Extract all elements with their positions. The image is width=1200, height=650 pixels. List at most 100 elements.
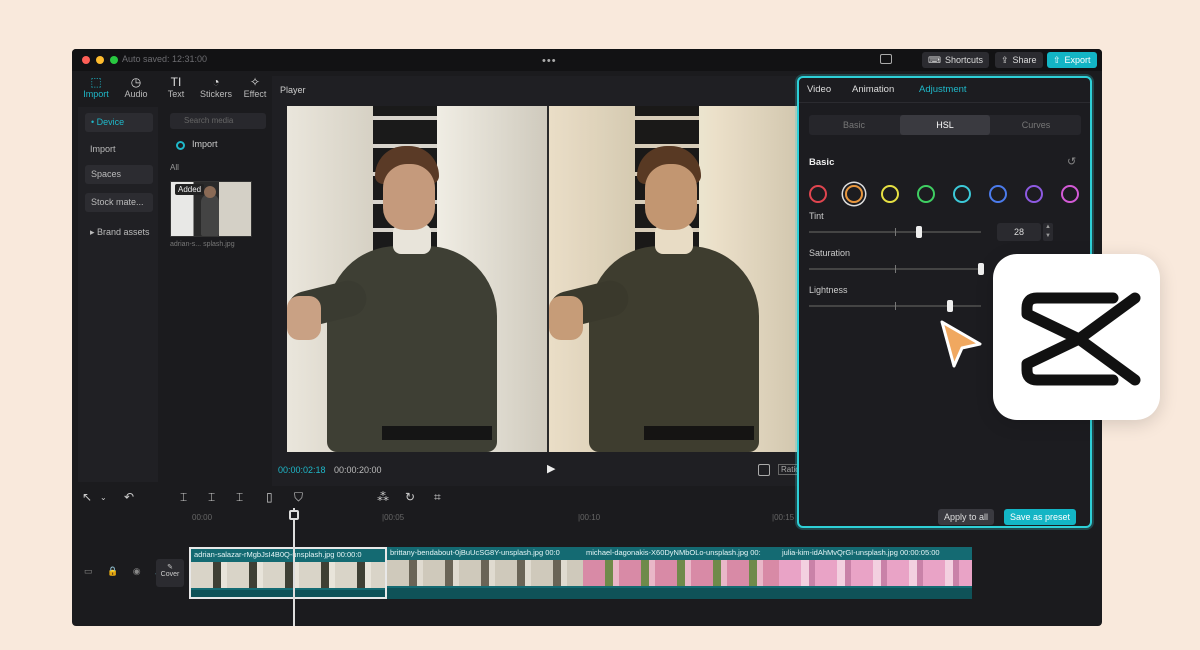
import-option-label[interactable]: Import <box>192 139 218 149</box>
loop-icon[interactable]: ↻ <box>405 490 415 504</box>
lightness-label: Lightness <box>809 285 848 295</box>
minimize-window-button[interactable] <box>96 56 104 64</box>
tab-effects-label: Effect <box>243 89 267 99</box>
sidebar-item-stock-material[interactable]: Stock mate... <box>85 193 153 212</box>
tab-import[interactable]: ⬚ Import <box>76 75 116 99</box>
sidebar-item-brand-assets[interactable]: ▸ Brand assets <box>90 227 150 238</box>
tint-slider[interactable] <box>809 226 981 238</box>
capcut-logo <box>993 254 1160 420</box>
share-button[interactable]: ⇪ Share <box>995 52 1043 68</box>
import-icon: ⬚ <box>90 75 102 89</box>
hue-swatch-orange[interactable] <box>845 185 863 203</box>
play-icon[interactable]: ▶ <box>547 462 555 475</box>
apply-to-all-button[interactable]: Apply to all <box>938 509 995 525</box>
section-title: Basic <box>809 157 835 168</box>
saturation-slider[interactable] <box>809 263 984 275</box>
adjust-mode-switch: Basic HSL Curves <box>809 115 1081 135</box>
hue-swatch-green[interactable] <box>917 185 935 203</box>
tab-stickers[interactable]: ◔ Stickers <box>196 75 236 99</box>
chevron-down-icon[interactable]: ⌄ <box>100 493 107 502</box>
lightness-slider[interactable] <box>809 300 981 312</box>
audio-icon: ◷ <box>130 75 142 89</box>
share-label: Share <box>1012 55 1037 65</box>
shortcuts-button[interactable]: ⌨ Shortcuts <box>922 52 990 68</box>
hue-swatch-yellow[interactable] <box>881 185 899 203</box>
hue-swatch-blue[interactable] <box>989 185 1007 203</box>
timeline-clip[interactable]: michael-dagonakis-X60DyNMbOLo-unsplash.j… <box>583 547 779 599</box>
edit-cover-icon: ✎ <box>167 564 173 571</box>
ruler-tick: |00:15 <box>772 513 795 522</box>
video-original-half <box>287 106 549 452</box>
reset-icon[interactable]: ↺ <box>1067 155 1076 168</box>
tab-text[interactable]: TI Text <box>156 75 196 99</box>
timeline-clip[interactable]: brittany-bendabout-0jBuUcSG8Y-unsplash.j… <box>387 547 583 599</box>
all-filter-label[interactable]: All <box>170 163 179 172</box>
more-menu-icon[interactable]: ••• <box>542 55 557 67</box>
timeline-toolbar: ↖ ⌄ ↶ ⌶ ⌶ ⌶ ▯ ⛉ ⁂ ↻ ⌗ <box>72 486 797 508</box>
crop-icon[interactable]: ⌗ <box>434 490 441 505</box>
timeline-clip[interactable]: adrian-salazar-rMgbJsI4B0Q-unsplash.jpg … <box>189 547 387 599</box>
tab-animation[interactable]: Animation <box>852 84 894 95</box>
hue-swatch-red[interactable] <box>809 185 827 203</box>
playhead[interactable] <box>293 508 295 626</box>
segment-hsl[interactable]: HSL <box>900 115 990 135</box>
shortcuts-label: Shortcuts <box>945 55 984 65</box>
search-media-input[interactable]: Search media <box>170 113 266 129</box>
video-preview[interactable] <box>287 106 797 452</box>
tab-adjustment[interactable]: Adjustment <box>919 84 967 95</box>
save-as-preset-button[interactable]: Save as preset <box>1004 509 1077 525</box>
export-button[interactable]: ⇧ Export <box>1047 52 1097 68</box>
cover-button[interactable]: ✎ Cover <box>156 559 184 587</box>
select-pointer-icon[interactable]: ↖ <box>82 490 92 504</box>
tab-effects[interactable]: ✧ Effect <box>235 75 275 99</box>
sidebar-item-spaces[interactable]: Spaces <box>85 165 153 184</box>
media-tab-bar: ⬚ Import ◷ Audio TI Text ◔ Stickers ✧ Ef… <box>72 71 272 105</box>
segment-basic[interactable]: Basic <box>809 115 899 135</box>
import-radio-icon[interactable] <box>176 141 185 150</box>
clip-frames <box>583 560 779 586</box>
sidebar-item-import[interactable]: Import <box>90 144 116 154</box>
shield-icon[interactable]: ⛉ <box>294 490 303 505</box>
video-adjusted-half <box>545 106 797 452</box>
saturation-slider-knob[interactable] <box>978 263 984 275</box>
maximize-window-button[interactable] <box>110 56 118 64</box>
split-right-icon[interactable]: ⌶ <box>236 490 243 505</box>
split-icon[interactable]: ⌶ <box>180 490 187 505</box>
text-icon: TI <box>170 75 182 89</box>
mouse-cursor-icon <box>940 320 982 368</box>
clip-name: adrian-salazar-rMgbJsI4B0Q-unsplash.jpg … <box>194 550 362 559</box>
hue-swatch-purple[interactable] <box>1025 185 1043 203</box>
player-panel: Player 00:00:02:18 00:00:20:00 ▶ Ratio <box>272 76 803 486</box>
split-left-icon[interactable]: ⌶ <box>208 490 215 505</box>
delete-icon[interactable]: ▯ <box>266 490 273 504</box>
playhead-handle[interactable] <box>289 510 299 520</box>
tint-stepper-icon[interactable]: ▲ ▼ <box>1043 223 1053 241</box>
lightness-slider-knob[interactable] <box>947 300 954 312</box>
clip-name: julia-kim-idAhMvQrGI-unsplash.jpg 00:00:… <box>782 548 940 557</box>
timeline-clip[interactable]: julia-kim-idAhMvQrGI-unsplash.jpg 00:00:… <box>779 547 972 599</box>
clip-name: brittany-bendabout-0jBuUcSG8Y-unsplash.j… <box>390 548 560 557</box>
undo-icon[interactable]: ↶ <box>124 490 134 504</box>
close-window-button[interactable] <box>82 56 90 64</box>
group-icon[interactable]: ⁂ <box>377 490 389 504</box>
fullscreen-icon[interactable] <box>758 464 770 476</box>
thumbnail-head-shape <box>204 186 216 198</box>
clip-frames <box>779 560 972 586</box>
hue-swatch-magenta[interactable] <box>1061 185 1079 203</box>
sidebar-item-device[interactable]: • Device <box>85 113 153 132</box>
hue-swatch-cyan[interactable] <box>953 185 971 203</box>
segment-curves[interactable]: Curves <box>991 115 1081 135</box>
thumbnail-person-shape <box>201 194 219 236</box>
tint-slider-knob[interactable] <box>916 226 923 238</box>
layout-icon[interactable] <box>880 54 892 64</box>
media-panel: Search media Import All Added adrian-s..… <box>162 107 268 482</box>
cover-label: Cover <box>160 571 180 578</box>
tab-video[interactable]: Video <box>807 84 831 95</box>
media-thumbnail[interactable]: Added <box>170 181 252 237</box>
export-label: Export <box>1064 55 1091 65</box>
effects-icon: ✧ <box>249 75 261 89</box>
tint-value-field[interactable]: 28 <box>997 223 1041 241</box>
capcut-logo-icon <box>1021 292 1141 386</box>
share-icon: ⇪ <box>1001 54 1009 65</box>
tab-audio[interactable]: ◷ Audio <box>116 75 156 99</box>
